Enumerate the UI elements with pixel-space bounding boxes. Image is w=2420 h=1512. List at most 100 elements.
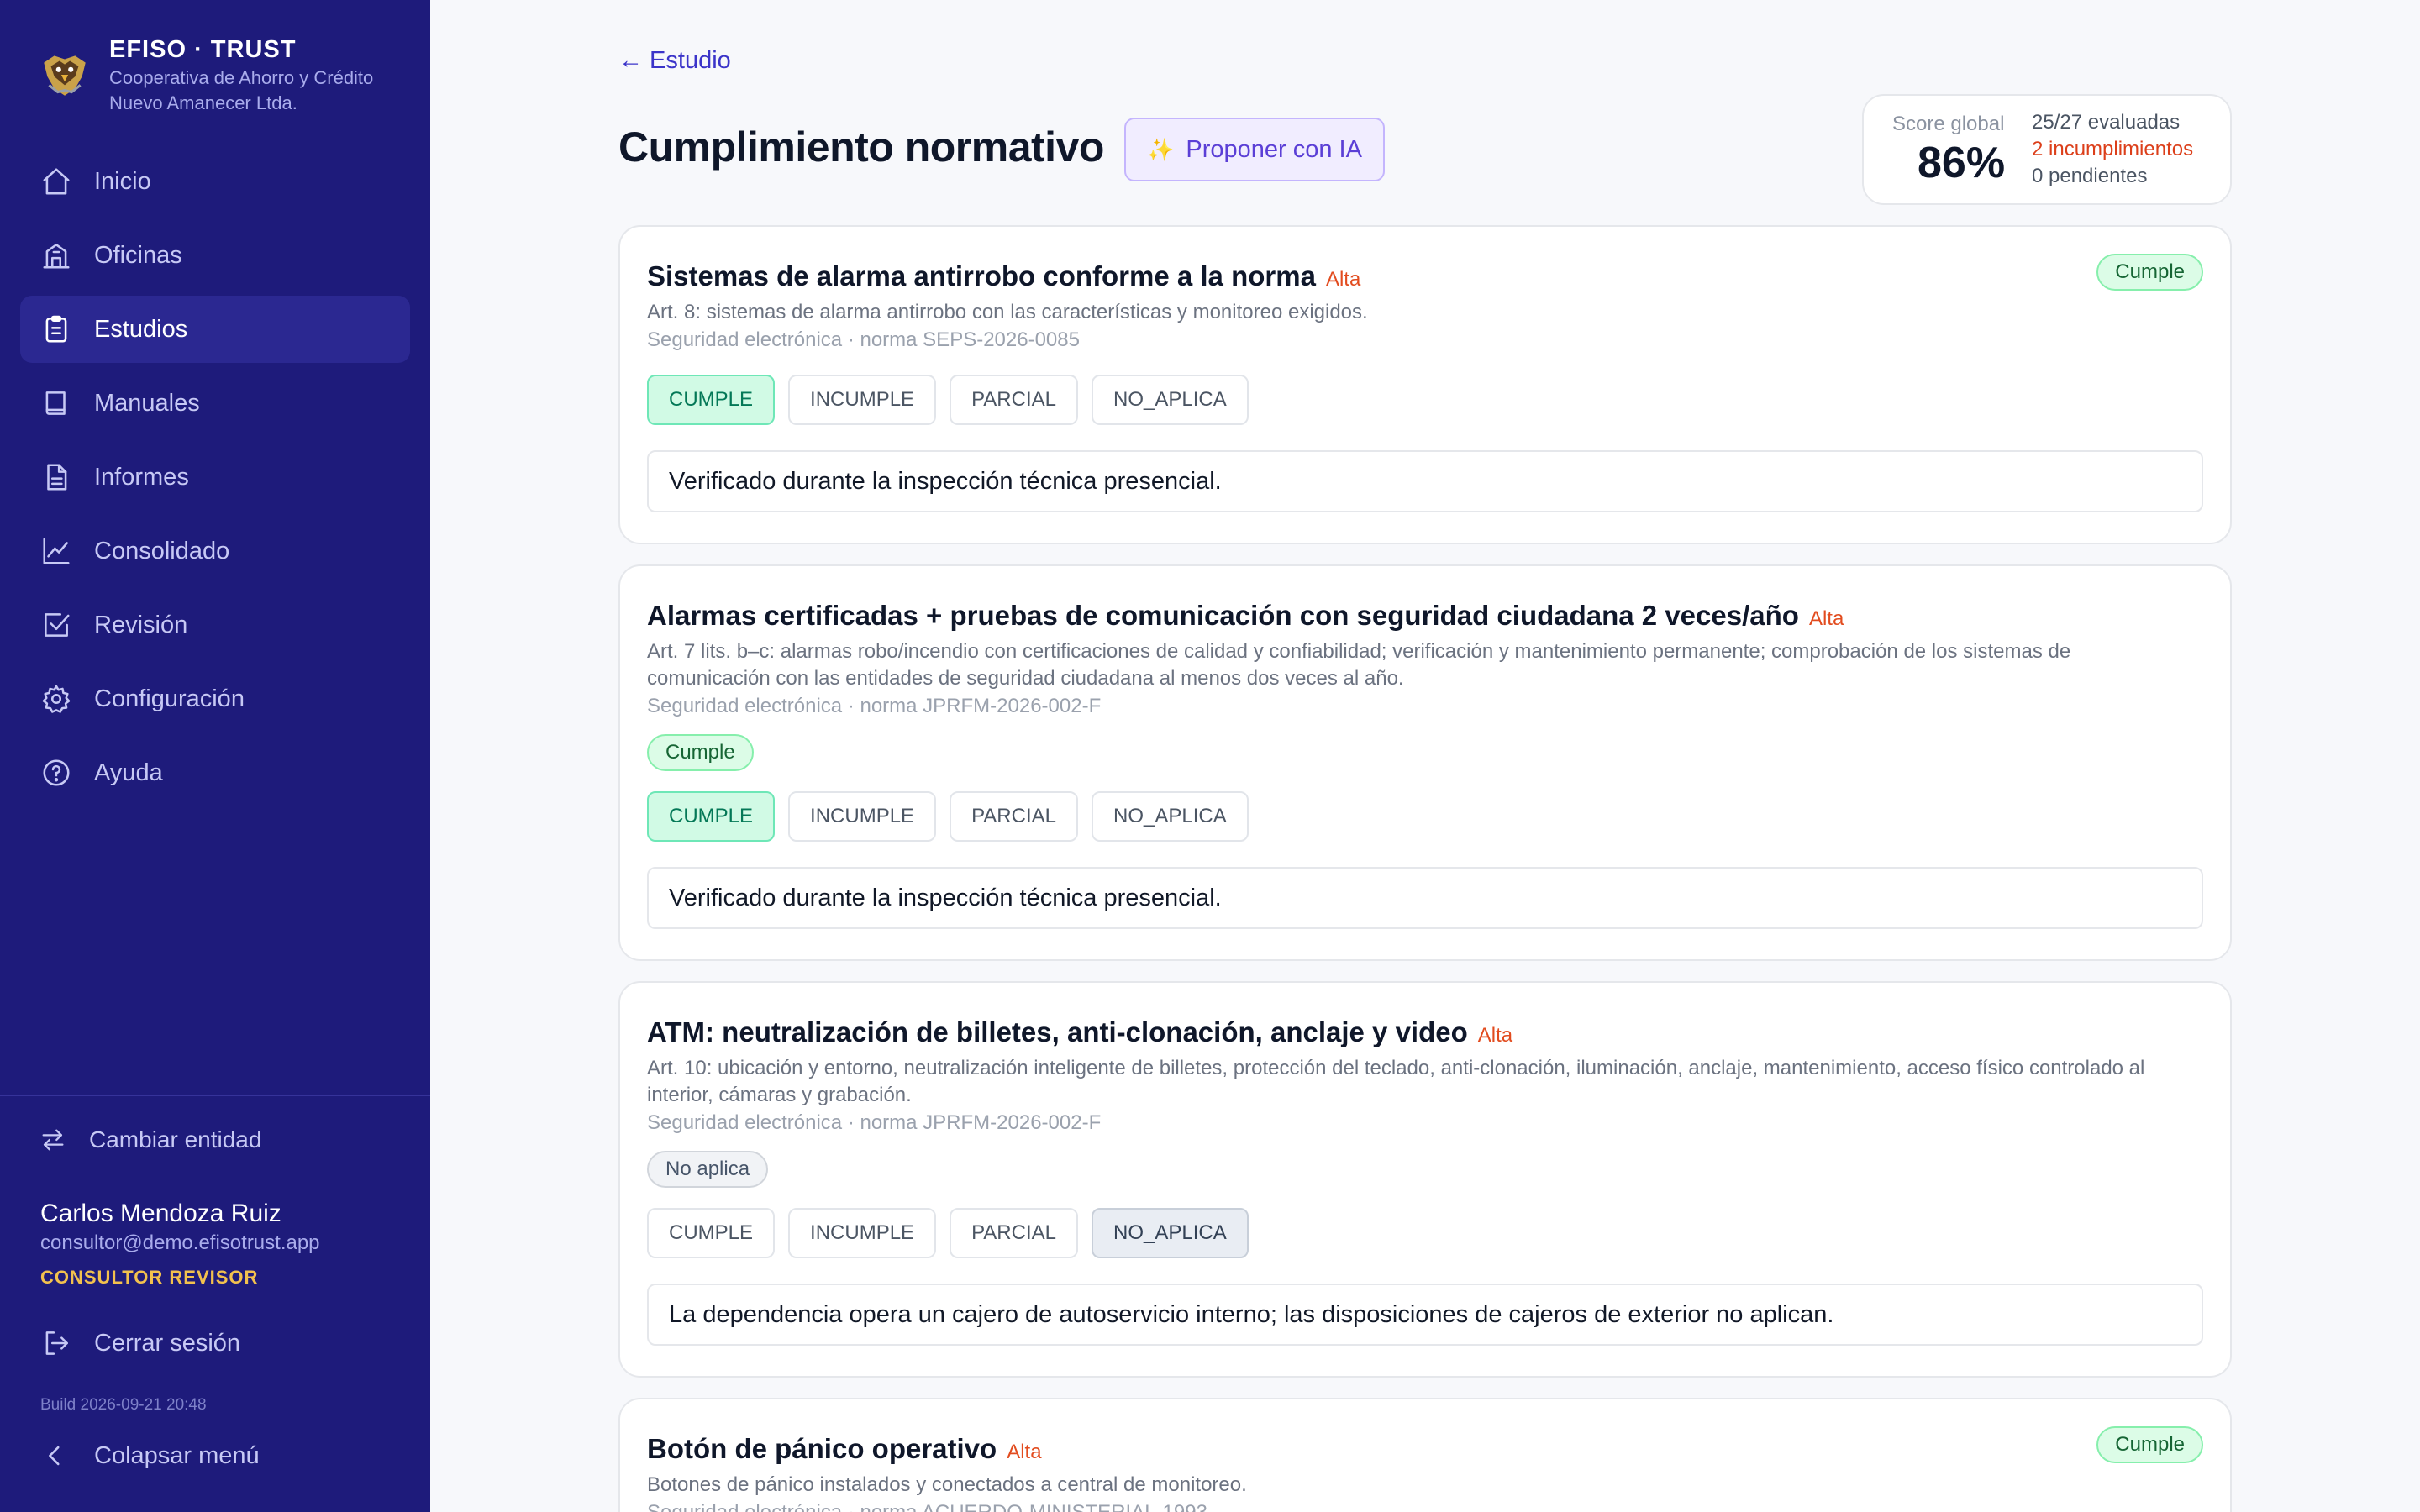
clipboard-icon	[45, 315, 67, 343]
sidebar-divider	[0, 1095, 430, 1096]
score-label: Score global	[1892, 113, 2005, 135]
back-to-study-link[interactable]: ← Estudio	[618, 47, 731, 75]
status-badge: Cumple	[2096, 254, 2203, 291]
logout-button[interactable]: Cerrar sesión	[40, 1327, 240, 1359]
requirements-list: Cumple Sistemas de alarma antirrobo conf…	[618, 225, 2232, 1512]
switch-entity-label: Cambiar entidad	[89, 1126, 262, 1152]
sidebar-item-label: Consolidado	[94, 537, 230, 564]
option-no-aplica[interactable]: NO_APLICA	[1091, 375, 1249, 425]
option-incumple[interactable]: INCUMPLE	[788, 791, 937, 842]
sidebar-item-label: Manuales	[94, 389, 200, 417]
requirement-description: Art. 7 lits. b–c: alarmas robo/incendio …	[647, 640, 2071, 690]
propose-with-ai-button[interactable]: ✨ Proponer con IA	[1124, 118, 1385, 181]
status-badge: Cumple	[647, 734, 754, 771]
requirement-card: Cumple Sistemas de alarma antirrobo conf…	[618, 225, 2232, 544]
failures-count: 2 incumplimientos	[2032, 138, 2194, 160]
requirement-card: Cumple Botón de pánico operativo Alta Bot…	[618, 1398, 2232, 1512]
brand[interactable]: EFISO · TRUST Cooperativa de Ahorro y Cr…	[37, 34, 373, 116]
sidebar-item-label: Oficinas	[94, 241, 182, 269]
gear-icon	[42, 685, 71, 713]
option-parcial[interactable]: PARCIAL	[950, 375, 1078, 425]
score-stats: 25/27 evaluadas 2 incumplimientos 0 pend…	[2032, 109, 2193, 190]
chart-icon	[43, 538, 70, 564]
priority-label: Alta	[1477, 1024, 1513, 1047]
compliance-options: CUMPLE INCUMPLE PARCIAL NO_APLICA	[647, 375, 2203, 425]
pending-count: 0 pendientes	[2032, 165, 2148, 187]
sidebar-nav: Inicio Oficinas Estudios Manuales Inform…	[20, 148, 410, 813]
requirement-meta: Seguridad electrónica · norma ACUERDO-MI…	[647, 1499, 2203, 1512]
sidebar-item-consolidado[interactable]: Consolidado	[20, 517, 410, 585]
option-parcial[interactable]: PARCIAL	[950, 791, 1078, 842]
priority-label: Alta	[1325, 268, 1361, 291]
build-info: Build 2026-09-21 20:48	[40, 1396, 207, 1414]
sidebar-item-label: Informes	[94, 463, 189, 491]
requirement-title: Botón de pánico operativo Alta	[647, 1431, 2203, 1470]
check-square-icon	[45, 613, 70, 637]
observation-field[interactable]: La dependencia opera un cajero de autose…	[647, 1284, 2203, 1346]
requirement-title-text: Alarmas certificadas + pruebas de comuni…	[647, 600, 1799, 631]
sidebar-item-estudios[interactable]: Estudios	[20, 296, 410, 363]
sidebar-item-label: Configuración	[94, 685, 245, 712]
sidebar-item-oficinas[interactable]: Oficinas	[20, 222, 410, 289]
requirement-meta: Seguridad electrónica · norma SEPS-2026-…	[647, 328, 1080, 351]
user-email: consultor@demo.efisotrust.app	[40, 1231, 320, 1254]
sidebar-item-revision[interactable]: Revisión	[20, 591, 410, 659]
option-incumple[interactable]: INCUMPLE	[788, 1208, 937, 1258]
requirement-description: Art. 10: ubicación y entorno, neutraliza…	[647, 1057, 2145, 1106]
sidebar-item-manuales[interactable]: Manuales	[20, 370, 410, 437]
requirement-title: Sistemas de alarma antirrobo conforme a …	[647, 259, 2203, 297]
status-badge: Cumple	[2096, 1426, 2203, 1463]
sidebar-item-inicio[interactable]: Inicio	[20, 148, 410, 215]
brand-name: EFISO · TRUST	[109, 36, 297, 63]
option-incumple[interactable]: INCUMPLE	[788, 375, 937, 425]
requirement-title: Alarmas certificadas + pruebas de comuni…	[647, 598, 2203, 637]
requirement-title: ATM: neutralización de billetes, anti-cl…	[647, 1015, 2203, 1053]
sidebar-item-ayuda[interactable]: Ayuda	[20, 739, 410, 806]
collapse-menu-button[interactable]: Colapsar menú	[40, 1441, 260, 1470]
sidebar-item-label: Revisión	[94, 611, 188, 638]
propose-with-ai-label: Proponer con IA	[1186, 135, 1362, 163]
logout-icon	[45, 1331, 68, 1355]
requirement-card: Alarmas certificadas + pruebas de comuni…	[618, 564, 2232, 961]
requirement-description: Art. 8: sistemas de alarma antirrobo con…	[647, 301, 1368, 323]
requirement-title-text: Botón de pánico operativo	[647, 1433, 997, 1464]
chevron-left-icon	[49, 1446, 60, 1466]
score-value: 86%	[1918, 139, 2006, 187]
requirement-meta: Seguridad electrónica · norma JPRFM-2026…	[647, 1111, 1102, 1134]
sparkles-icon: ✨	[1147, 136, 1175, 162]
sidebar-item-informes[interactable]: Informes	[20, 444, 410, 511]
requirement-title-text: Sistemas de alarma antirrobo conforme a …	[647, 260, 1316, 291]
help-icon	[43, 759, 70, 786]
sidebar-item-label: Inicio	[94, 167, 151, 195]
option-cumple[interactable]: CUMPLE	[647, 375, 776, 425]
observation-field[interactable]: Verificado durante la inspección técnica…	[647, 450, 2203, 512]
compliance-options: CUMPLE INCUMPLE PARCIAL NO_APLICA	[647, 1208, 2203, 1258]
option-no-aplica[interactable]: NO_APLICA	[1091, 791, 1249, 842]
option-cumple[interactable]: CUMPLE	[647, 1208, 776, 1258]
organization-name-line-2: Nuevo Amanecer Ltda.	[109, 92, 297, 113]
requirement-card: ATM: neutralización de billetes, anti-cl…	[618, 981, 2232, 1378]
sidebar-item-label: Ayuda	[94, 759, 163, 786]
swap-arrows-icon	[42, 1129, 64, 1151]
collapse-menu-label: Colapsar menú	[94, 1441, 260, 1469]
status-badge: No aplica	[647, 1151, 769, 1188]
sidebar-item-configuracion[interactable]: Configuración	[20, 665, 410, 732]
compliance-options: CUMPLE INCUMPLE PARCIAL NO_APLICA	[647, 791, 2203, 842]
user-name: Carlos Mendoza Ruiz	[40, 1200, 281, 1227]
option-parcial[interactable]: PARCIAL	[950, 1208, 1078, 1258]
user-role: CONSULTOR REVISOR	[40, 1267, 259, 1288]
score-card: Score global 86% 25/27 evaluadas 2 incum…	[1862, 94, 2232, 205]
requirement-description: Botones de pánico instalados y conectado…	[647, 1473, 1247, 1496]
option-no-aplica[interactable]: NO_APLICA	[1091, 1208, 1249, 1258]
page-title: Cumplimiento normativo	[618, 123, 1104, 171]
sidebar-item-label: Estudios	[94, 315, 188, 343]
building-icon	[43, 244, 70, 269]
home-icon	[43, 168, 70, 195]
switch-entity-button[interactable]: Cambiar entidad	[39, 1126, 261, 1154]
option-cumple[interactable]: CUMPLE	[647, 791, 776, 842]
priority-label: Alta	[1007, 1441, 1042, 1463]
organization-name-line-1: Cooperativa de Ahorro y Crédito	[109, 67, 374, 88]
observation-field[interactable]: Verificado durante la inspección técnica…	[647, 867, 2203, 929]
logout-label: Cerrar sesión	[94, 1329, 241, 1357]
sidebar: EFISO · TRUST Cooperativa de Ahorro y Cr…	[0, 0, 430, 1512]
